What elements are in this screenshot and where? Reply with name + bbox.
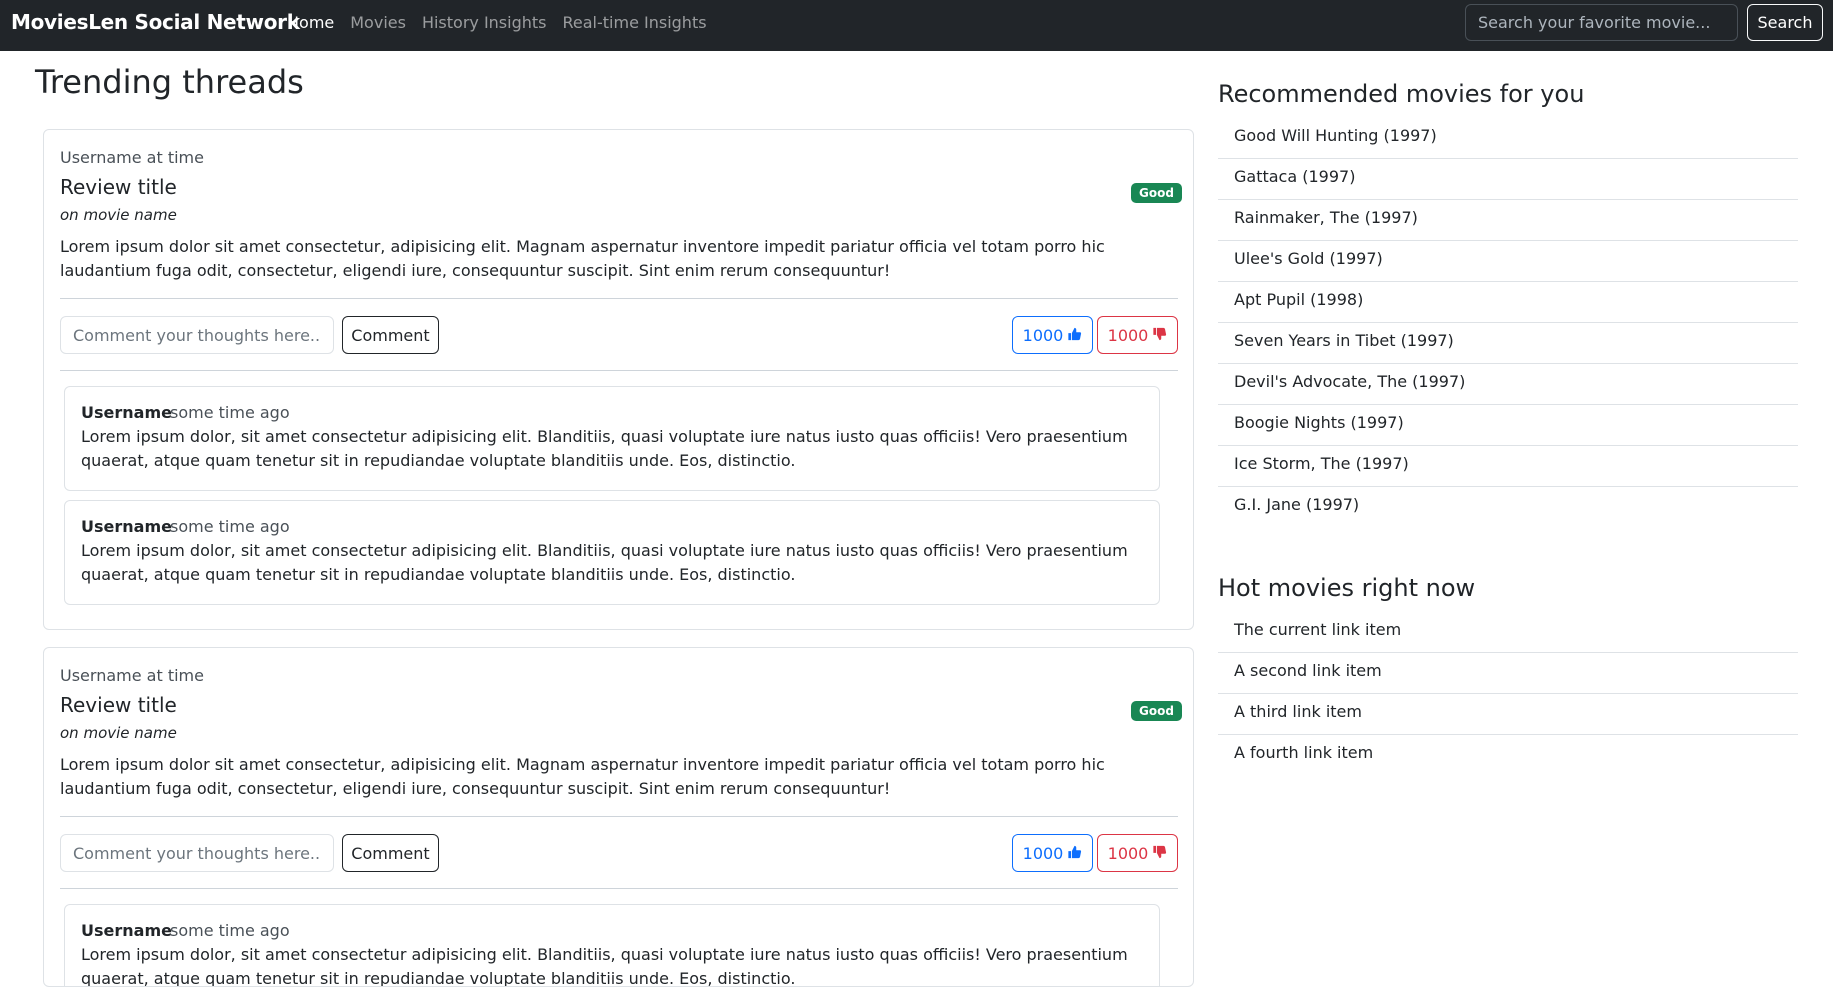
- review-title: Review title: [60, 175, 177, 199]
- recommended-item[interactable]: Rainmaker, The (1997): [1218, 200, 1798, 241]
- recommended-item[interactable]: Good Will Hunting (1997): [1218, 118, 1798, 159]
- recommended-list: Good Will Hunting (1997) Gattaca (1997) …: [1218, 118, 1798, 528]
- brand-logo-text[interactable]: MoviesLen Social Network: [11, 10, 300, 34]
- comment-text: Lorem ipsum dolor, sit amet consectetur …: [81, 427, 1128, 470]
- thread-author-time: Username at time: [60, 148, 204, 167]
- hot-movies-list: The current link item A second link item…: [1218, 612, 1798, 776]
- thumbs-down-icon: [1152, 326, 1167, 345]
- thumbs-up-icon: [1067, 844, 1082, 863]
- hot-movie-item[interactable]: The current link item: [1218, 612, 1798, 653]
- hot-movie-item[interactable]: A fourth link item: [1218, 735, 1798, 776]
- comment-time: some time ago: [170, 517, 290, 536]
- nav-link-home[interactable]: Home: [287, 13, 334, 32]
- comment-input[interactable]: [60, 316, 334, 354]
- recommended-title: Recommended movies for you: [1218, 80, 1585, 108]
- divider: [60, 370, 1178, 371]
- comment-card: Username some time ago Lorem ipsum dolor…: [64, 904, 1160, 987]
- comment-time: some time ago: [170, 403, 290, 422]
- like-count: 1000: [1022, 843, 1064, 863]
- comment-button[interactable]: Comment: [342, 834, 439, 872]
- sentiment-badge: Good: [1131, 183, 1182, 203]
- review-body: Lorem ipsum dolor sit amet consectetur, …: [60, 237, 1105, 280]
- comment-username[interactable]: Username: [81, 517, 172, 536]
- recommended-item[interactable]: Ice Storm, The (1997): [1218, 446, 1798, 487]
- hot-movie-item[interactable]: A second link item: [1218, 653, 1798, 694]
- dislike-button[interactable]: 1000: [1097, 316, 1178, 354]
- hot-movies-title: Hot movies right now: [1218, 574, 1476, 602]
- thumbs-up-icon: [1067, 326, 1082, 345]
- comment-text: Lorem ipsum dolor, sit amet consectetur …: [81, 945, 1128, 987]
- thread-author-time: Username at time: [60, 666, 204, 685]
- comment-input[interactable]: [60, 834, 334, 872]
- comment-time: some time ago: [170, 921, 290, 940]
- like-button[interactable]: 1000: [1012, 834, 1093, 872]
- page-title: Trending threads: [35, 63, 304, 101]
- review-movie-name[interactable]: on movie name: [60, 206, 177, 224]
- like-count: 1000: [1022, 325, 1064, 345]
- comment-username[interactable]: Username: [81, 921, 172, 940]
- divider: [60, 816, 1178, 817]
- comment-username[interactable]: Username: [81, 403, 172, 422]
- dislike-count: 1000: [1107, 325, 1149, 345]
- search-button[interactable]: Search: [1747, 4, 1823, 41]
- sentiment-badge: Good: [1131, 701, 1182, 721]
- hot-movie-item[interactable]: A third link item: [1218, 694, 1798, 735]
- nav-link-movies[interactable]: Movies: [350, 13, 406, 32]
- nav-link-history-insights[interactable]: History Insights: [422, 13, 547, 32]
- recommended-item[interactable]: Boogie Nights (1997): [1218, 405, 1798, 446]
- comment-text: Lorem ipsum dolor, sit amet consectetur …: [81, 541, 1128, 584]
- comment-button[interactable]: Comment: [342, 316, 439, 354]
- review-title: Review title: [60, 693, 177, 717]
- recommended-item[interactable]: Devil's Advocate, The (1997): [1218, 364, 1798, 405]
- thread-card: Username at time Review title on movie n…: [43, 129, 1194, 630]
- review-body: Lorem ipsum dolor sit amet consectetur, …: [60, 755, 1105, 798]
- divider: [60, 298, 1178, 299]
- search-input[interactable]: [1465, 4, 1738, 41]
- recommended-item[interactable]: G.I. Jane (1997): [1218, 487, 1798, 528]
- dislike-count: 1000: [1107, 843, 1149, 863]
- comment-card: Username some time ago Lorem ipsum dolor…: [64, 500, 1160, 605]
- top-navbar: MoviesLen Social Network Home Movies His…: [0, 0, 1833, 51]
- comment-card: Username some time ago Lorem ipsum dolor…: [64, 386, 1160, 491]
- like-button[interactable]: 1000: [1012, 316, 1093, 354]
- nav-link-realtime-insights[interactable]: Real-time Insights: [563, 13, 707, 32]
- thread-card: Username at time Review title on movie n…: [43, 647, 1194, 987]
- recommended-item[interactable]: Gattaca (1997): [1218, 159, 1798, 200]
- divider: [60, 888, 1178, 889]
- dislike-button[interactable]: 1000: [1097, 834, 1178, 872]
- thumbs-down-icon: [1152, 844, 1167, 863]
- review-movie-name[interactable]: on movie name: [60, 724, 177, 742]
- recommended-item[interactable]: Apt Pupil (1998): [1218, 282, 1798, 323]
- recommended-item[interactable]: Ulee's Gold (1997): [1218, 241, 1798, 282]
- nav-links: Home Movies History Insights Real-time I…: [287, 13, 707, 32]
- recommended-item[interactable]: Seven Years in Tibet (1997): [1218, 323, 1798, 364]
